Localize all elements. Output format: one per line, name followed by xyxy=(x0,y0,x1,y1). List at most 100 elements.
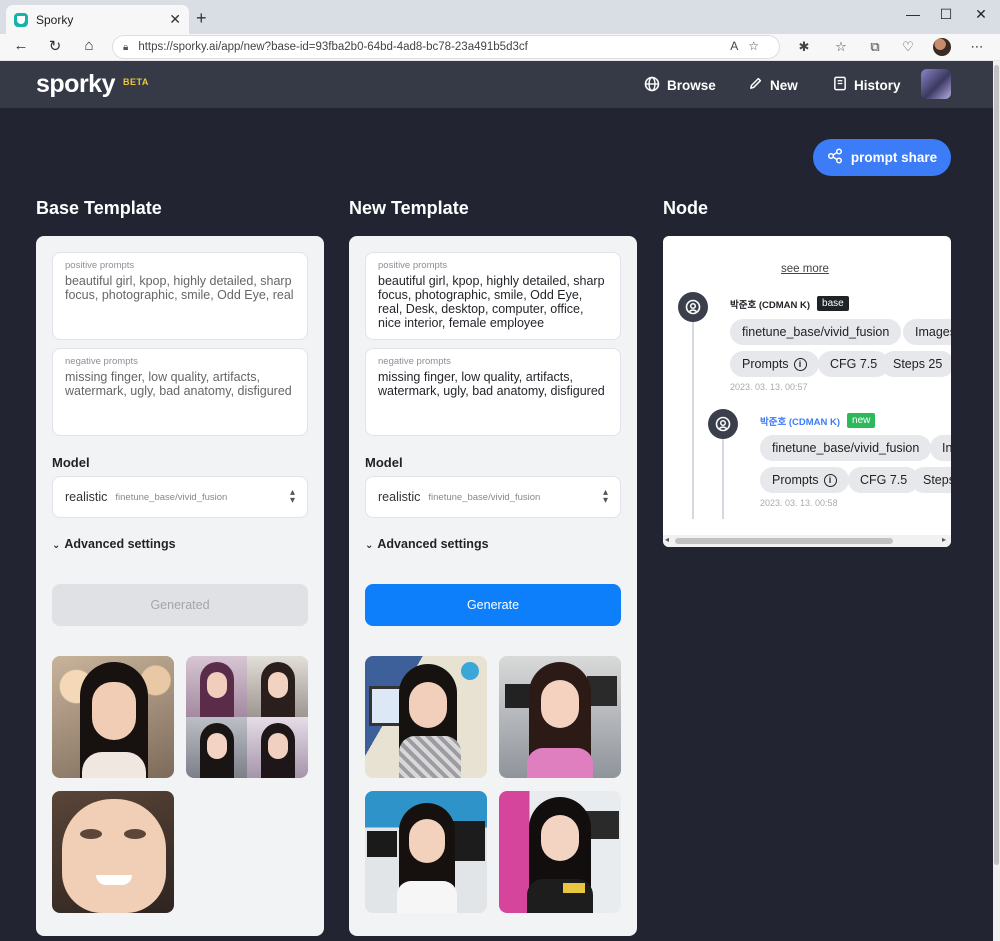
see-more-link[interactable]: see more xyxy=(781,263,829,275)
maximize-button[interactable]: ☐ xyxy=(931,6,961,23)
nav-new[interactable]: New xyxy=(748,76,798,94)
sporky-favicon-icon xyxy=(14,12,28,27)
base-positive-prompt-box[interactable]: positive prompts beautiful girl, kpop, h… xyxy=(52,252,308,340)
minimize-button[interactable]: — xyxy=(898,6,928,22)
base-image-1[interactable] xyxy=(52,656,174,778)
images-chip[interactable]: Images xyxy=(903,319,951,345)
new-image-1[interactable] xyxy=(365,656,487,778)
browser-profile-avatar[interactable] xyxy=(933,38,951,56)
base-image-3[interactable] xyxy=(52,791,174,913)
home-icon[interactable]: ⌂ xyxy=(78,37,100,54)
read-aloud-favorite-icons[interactable]: A☆ xyxy=(730,39,769,53)
node-user-name: 박준호 (CDMAN K) xyxy=(760,416,841,428)
steps-chip[interactable]: Steps xyxy=(911,467,951,493)
prompts-chip-label: Prompts xyxy=(772,473,819,487)
user-avatar-icon xyxy=(678,292,708,322)
select-chevron-icon: ▴ ▾ xyxy=(289,487,295,506)
base-image-2-grid[interactable] xyxy=(186,656,308,778)
node-user-name: 박준호 (CDMAN K) xyxy=(730,299,811,311)
node-horizontal-scrollbar[interactable]: ◂ ▸ xyxy=(663,535,951,547)
base-negative-prompt-box[interactable]: negative prompts missing finger, low qua… xyxy=(52,348,308,436)
nav-history[interactable]: History xyxy=(833,76,901,94)
new-image-2[interactable] xyxy=(499,656,621,778)
scroll-left-icon[interactable]: ◂ xyxy=(665,535,669,544)
info-icon: i xyxy=(793,357,807,371)
model-chip[interactable]: finetune_base/vivid_fusion xyxy=(760,435,932,461)
generated-button[interactable]: Generated xyxy=(52,584,308,626)
back-icon[interactable]: ← xyxy=(10,37,32,54)
negative-prompts-label: negative prompts xyxy=(65,356,138,367)
browser-essentials-icon[interactable]: ♡ xyxy=(898,39,918,55)
cfg-chip[interactable]: CFG 7.5 xyxy=(848,467,920,493)
node-date: 2023. 03. 13. 00:58 xyxy=(760,498,838,508)
model-chip[interactable]: finetune_base/vivid_fusion xyxy=(730,319,902,345)
book-icon xyxy=(833,76,847,94)
extensions-icon[interactable]: ✱ xyxy=(794,39,814,55)
new-model-value: realistic xyxy=(378,490,421,504)
chevron-down-icon: ⌄ xyxy=(52,540,61,551)
node-panel: see more 박준호 (CDMAN K) base finetune_bas… xyxy=(663,236,951,547)
positive-prompts-label: positive prompts xyxy=(378,260,448,271)
new-negative-prompt-box[interactable]: negative prompts missing finger, low qua… xyxy=(365,348,621,436)
new-image-4[interactable] xyxy=(499,791,621,913)
nav-browse-label: Browse xyxy=(667,78,716,93)
browser-toolbar: ← ↻ ⌂ 🔒︎ https://sporky.ai/app/new?base-… xyxy=(0,34,1000,61)
steps-chip[interactable]: Steps 25 xyxy=(881,351,951,377)
base-advanced-settings[interactable]: ⌄ Advanced settings xyxy=(52,537,176,551)
more-menu-icon[interactable]: ⋯ xyxy=(967,39,987,55)
base-model-sub: finetune_base/vivid_fusion xyxy=(115,491,228,503)
refresh-icon[interactable]: ↻ xyxy=(44,37,66,55)
tab-title: Sporky xyxy=(36,12,74,27)
base-template-card: positive prompts beautiful girl, kpop, h… xyxy=(36,236,324,936)
scroll-right-icon[interactable]: ▸ xyxy=(942,535,946,544)
new-tag: new xyxy=(847,413,876,428)
sporky-app: sporky BETA Browse New History prompt sh… xyxy=(0,61,993,941)
node-date: 2023. 03. 13. 00:57 xyxy=(730,382,808,392)
favorites-icon[interactable]: ☆ xyxy=(831,39,851,55)
node-tree-line xyxy=(722,436,724,519)
prompts-chip[interactable]: Prompts i xyxy=(760,467,849,493)
node-tree-line xyxy=(692,309,694,519)
sporky-logo[interactable]: sporky xyxy=(36,70,115,99)
browser-tab-bar: Sporky ✕ + — ☐ ✕ xyxy=(0,0,1000,34)
prompts-chip[interactable]: Prompts i xyxy=(730,351,819,377)
user-avatar[interactable] xyxy=(921,69,951,99)
browser-tab[interactable]: Sporky ✕ xyxy=(6,5,189,34)
scrollbar-thumb[interactable] xyxy=(675,538,893,544)
images-chip[interactable]: In xyxy=(930,435,951,461)
base-positive-prompt-text: beautiful girl, kpop, highly detailed, s… xyxy=(65,274,294,302)
base-model-value: realistic xyxy=(65,490,108,504)
new-advanced-label: Advanced settings xyxy=(377,537,489,551)
user-avatar-icon xyxy=(708,409,738,439)
new-template-card: positive prompts beautiful girl, kpop, h… xyxy=(349,236,637,936)
select-chevron-icon: ▴ ▾ xyxy=(602,487,608,506)
new-template-title: New Template xyxy=(349,198,469,218)
new-model-label: Model xyxy=(365,455,403,470)
tab-close-icon[interactable]: ✕ xyxy=(169,11,181,28)
share-icon xyxy=(827,147,843,168)
address-bar[interactable]: 🔒︎ https://sporky.ai/app/new?base-id=93f… xyxy=(112,35,780,59)
nav-browse[interactable]: Browse xyxy=(644,76,716,95)
new-tab-button[interactable]: + xyxy=(196,8,207,29)
base-negative-prompt-text: missing finger, low quality, artifacts, … xyxy=(65,370,292,398)
prompt-share-button[interactable]: prompt share xyxy=(813,139,951,176)
base-model-select[interactable]: realistic finetune_base/vivid_fusion ▴ ▾ xyxy=(52,476,308,518)
close-window-button[interactable]: ✕ xyxy=(966,6,996,23)
cfg-chip[interactable]: CFG 7.5 xyxy=(818,351,890,377)
nav-history-label: History xyxy=(854,77,901,93)
page-scrollbar[interactable] xyxy=(993,61,1000,941)
node-user-base: 박준호 (CDMAN K) base xyxy=(730,296,849,311)
new-negative-prompt-text: missing finger, low quality, artifacts, … xyxy=(378,370,605,398)
new-positive-prompt-box[interactable]: positive prompts beautiful girl, kpop, h… xyxy=(365,252,621,340)
new-image-3[interactable] xyxy=(365,791,487,913)
positive-prompts-label: positive prompts xyxy=(65,260,135,271)
new-advanced-settings[interactable]: ⌄ Advanced settings xyxy=(365,537,489,551)
collections-icon[interactable]: ⧉ xyxy=(865,39,885,55)
base-tag: base xyxy=(817,296,849,311)
info-icon: i xyxy=(823,473,837,487)
page-scrollbar-thumb[interactable] xyxy=(994,65,999,865)
beta-badge: BETA xyxy=(123,77,149,87)
generate-button[interactable]: Generate xyxy=(365,584,621,626)
url-text: https://sporky.ai/app/new?base-id=93fba2… xyxy=(138,41,528,53)
new-model-select[interactable]: realistic finetune_base/vivid_fusion ▴ ▾ xyxy=(365,476,621,518)
